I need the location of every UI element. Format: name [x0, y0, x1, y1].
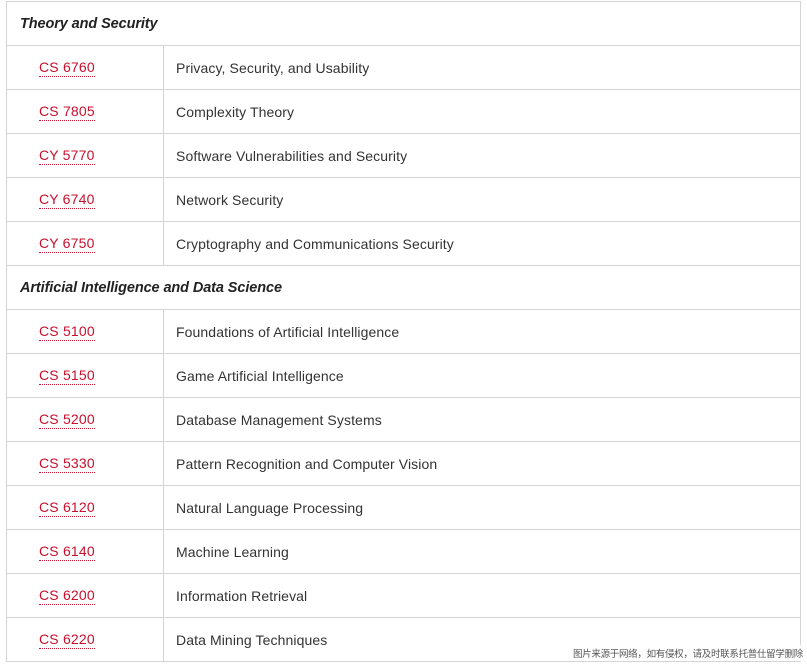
- course-code-cell: CS 5150: [7, 354, 164, 397]
- course-name: Database Management Systems: [176, 411, 382, 428]
- course-code-link[interactable]: CS 5200: [39, 411, 95, 429]
- section-title: Artificial Intelligence and Data Science: [20, 279, 282, 296]
- course-name: Information Retrieval: [176, 587, 308, 604]
- course-code-cell: CS 6760: [7, 46, 164, 89]
- course-table: Theory and Security CS 6760 Privacy, Sec…: [6, 1, 801, 662]
- table-row: CS 5330 Pattern Recognition and Computer…: [7, 442, 800, 486]
- table-row: CS 6200 Information Retrieval: [7, 574, 800, 618]
- course-name: Pattern Recognition and Computer Vision: [176, 455, 438, 472]
- course-code-link[interactable]: CY 6750: [39, 235, 95, 253]
- course-code-link[interactable]: CS 6200: [39, 587, 95, 605]
- table-row: CS 6120 Natural Language Processing: [7, 486, 800, 530]
- course-name: Network Security: [176, 191, 284, 208]
- course-code-cell: CS 5330: [7, 442, 164, 485]
- course-name: Complexity Theory: [176, 103, 295, 120]
- watermark: 图片来源于网络，如有侵权，请及时联系托普仕留学删除: [570, 645, 805, 661]
- course-code-link[interactable]: CY 5770: [39, 147, 95, 165]
- course-code-link[interactable]: CS 6120: [39, 499, 95, 517]
- table-row: CS 7805 Complexity Theory: [7, 90, 800, 134]
- section-header-theory-security: Theory and Security: [7, 2, 800, 46]
- course-code-link[interactable]: CY 6740: [39, 191, 95, 209]
- course-code-link[interactable]: CS 5330: [39, 455, 95, 473]
- course-code-cell: CS 6140: [7, 530, 164, 573]
- course-name: Game Artificial Intelligence: [176, 367, 344, 384]
- course-code-cell: CS 6220: [7, 618, 164, 661]
- table-row: CS 5200 Database Management Systems: [7, 398, 800, 442]
- course-code-link[interactable]: CS 5150: [39, 367, 95, 385]
- course-code-cell: CY 6740: [7, 178, 164, 221]
- course-code-cell: CS 7805: [7, 90, 164, 133]
- course-name: Machine Learning: [176, 543, 289, 560]
- course-code-cell: CS 6200: [7, 574, 164, 617]
- table-row: CS 5150 Game Artificial Intelligence: [7, 354, 800, 398]
- section-title: Theory and Security: [20, 15, 158, 32]
- table-row: CS 6140 Machine Learning: [7, 530, 800, 574]
- course-code-cell: CY 5770: [7, 134, 164, 177]
- course-code-cell: CS 5200: [7, 398, 164, 441]
- course-code-cell: CY 6750: [7, 222, 164, 265]
- table-row: CY 6740 Network Security: [7, 178, 800, 222]
- course-name: Cryptography and Communications Security: [176, 235, 454, 252]
- course-code-cell: CS 5100: [7, 310, 164, 353]
- course-code-link[interactable]: CS 5100: [39, 323, 95, 341]
- table-row: CS 6760 Privacy, Security, and Usability: [7, 46, 800, 90]
- course-code-link[interactable]: CS 7805: [39, 103, 95, 121]
- course-name: Foundations of Artificial Intelligence: [176, 323, 400, 340]
- course-code-link[interactable]: CS 6760: [39, 59, 95, 77]
- table-row: CY 6750 Cryptography and Communications …: [7, 222, 800, 266]
- section-header-ai-data-science: Artificial Intelligence and Data Science: [7, 266, 800, 310]
- course-code-link[interactable]: CS 6220: [39, 631, 95, 649]
- course-code-link[interactable]: CS 6140: [39, 543, 95, 561]
- table-row: CY 5770 Software Vulnerabilities and Sec…: [7, 134, 800, 178]
- table-row: CS 5100 Foundations of Artificial Intell…: [7, 310, 800, 354]
- course-code-cell: CS 6120: [7, 486, 164, 529]
- course-name: Privacy, Security, and Usability: [176, 59, 370, 76]
- course-name: Software Vulnerabilities and Security: [176, 147, 408, 164]
- course-name: Natural Language Processing: [176, 499, 364, 516]
